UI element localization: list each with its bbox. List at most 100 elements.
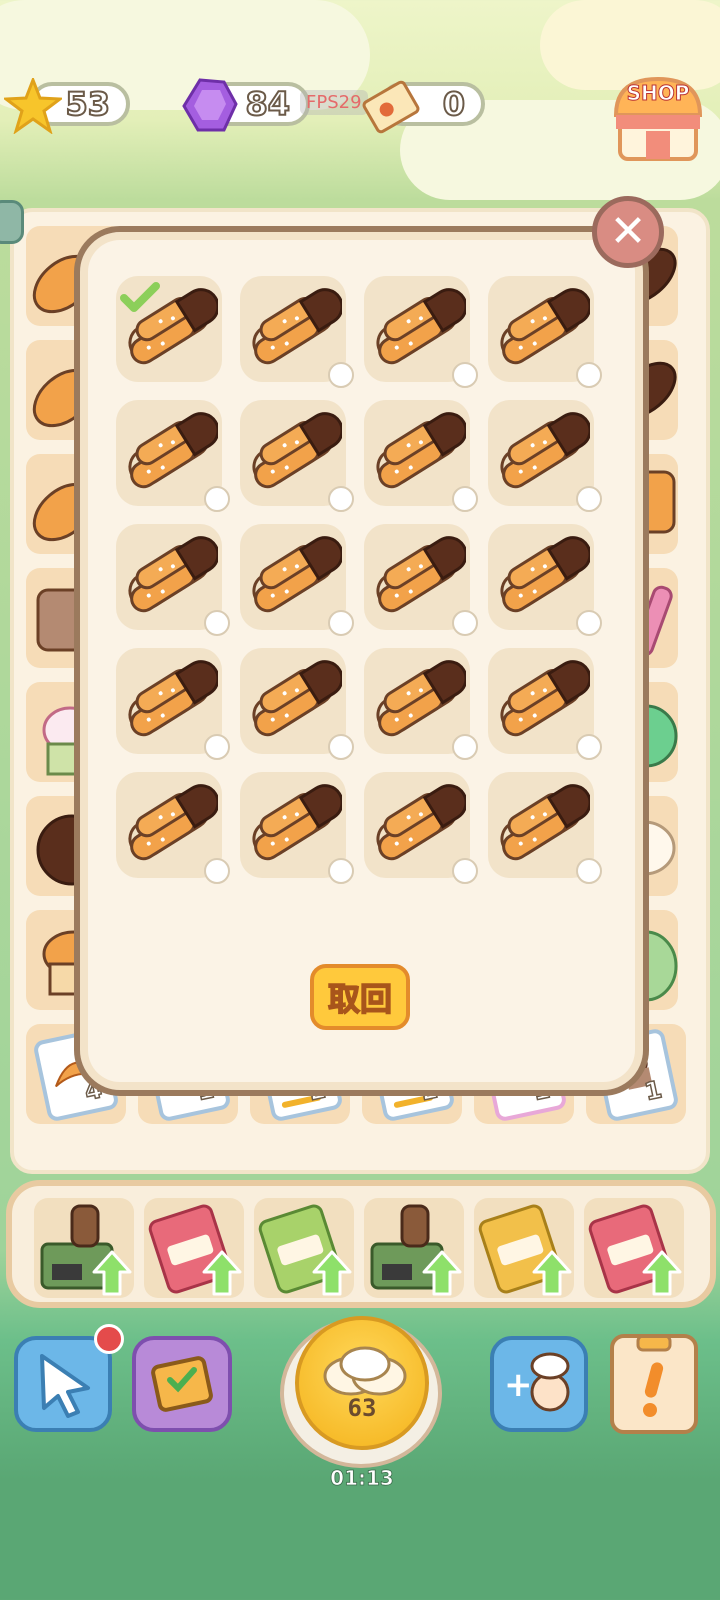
cannoli-icon xyxy=(500,660,590,737)
cannoli-icon xyxy=(128,660,218,737)
select-radio[interactable] xyxy=(204,858,230,884)
cannoli-icon xyxy=(500,784,590,861)
select-radio[interactable] xyxy=(576,734,602,760)
producer-slot[interactable] xyxy=(364,1198,464,1298)
select-radio[interactable] xyxy=(328,610,354,636)
storage-slot[interactable] xyxy=(116,648,230,760)
storage-slot[interactable] xyxy=(364,524,478,636)
energy-count: 63 xyxy=(347,1394,377,1422)
upgrade-arrow-icon xyxy=(642,1250,682,1296)
producer-slot[interactable] xyxy=(144,1198,244,1298)
storage-slot[interactable] xyxy=(240,276,354,388)
hire-chef-button[interactable]: + xyxy=(490,1336,588,1432)
withdraw-button[interactable]: 取回 xyxy=(310,964,410,1030)
ticket-icon xyxy=(362,80,420,134)
quest-board-button[interactable] xyxy=(610,1334,698,1434)
cannoli-icon xyxy=(376,784,466,861)
upgrade-arrow-icon xyxy=(422,1250,462,1296)
select-radio[interactable] xyxy=(452,362,478,388)
star-icon xyxy=(4,78,62,134)
storage-slot[interactable] xyxy=(240,400,354,512)
storage-slot[interactable] xyxy=(240,648,354,760)
producer-slot[interactable] xyxy=(584,1198,684,1298)
tickets-value: 0 xyxy=(442,84,466,124)
cannoli-icon xyxy=(128,784,218,861)
cannoli-icon xyxy=(252,784,342,861)
select-radio[interactable] xyxy=(576,858,602,884)
storage-slot[interactable] xyxy=(364,400,478,512)
select-radio[interactable] xyxy=(576,362,602,388)
close-button[interactable]: ✕ xyxy=(592,196,664,268)
energy-timer: 01:13 xyxy=(330,1466,394,1491)
storage-slot[interactable] xyxy=(240,772,354,884)
stars-value: 53 xyxy=(64,84,111,124)
storage-slot[interactable] xyxy=(488,648,602,760)
select-radio[interactable] xyxy=(328,486,354,512)
select-radio[interactable] xyxy=(452,486,478,512)
storage-slot[interactable] xyxy=(364,276,478,388)
recipe-book-icon xyxy=(151,1356,213,1412)
storage-slot[interactable] xyxy=(488,524,602,636)
select-radio[interactable] xyxy=(328,362,354,388)
select-radio[interactable] xyxy=(452,858,478,884)
energy-button[interactable] xyxy=(295,1316,429,1450)
cannoli-icon xyxy=(376,660,466,737)
producer-slot[interactable] xyxy=(254,1198,354,1298)
select-radio[interactable] xyxy=(452,610,478,636)
storage-slot[interactable] xyxy=(116,276,222,382)
select-radio[interactable] xyxy=(204,486,230,512)
cannoli-icon xyxy=(252,412,342,489)
storage-slot[interactable] xyxy=(364,772,478,884)
select-radio[interactable] xyxy=(204,610,230,636)
select-radio[interactable] xyxy=(328,734,354,760)
upgrade-arrow-icon xyxy=(312,1250,352,1296)
select-radio[interactable] xyxy=(576,610,602,636)
svg-text:+: + xyxy=(504,1365,533,1405)
cannoli-icon xyxy=(500,536,590,613)
select-radio[interactable] xyxy=(452,734,478,760)
upgrade-arrow-icon xyxy=(532,1250,572,1296)
storage-slot[interactable] xyxy=(116,772,230,884)
cannoli-icon xyxy=(32,368,80,428)
storage-slot[interactable] xyxy=(488,276,602,388)
chef-icon: + xyxy=(504,1352,570,1412)
cannoli-icon xyxy=(252,288,342,365)
upgrade-arrow-icon xyxy=(92,1250,132,1296)
cannoli-icon xyxy=(128,412,218,489)
storage-slot[interactable] xyxy=(240,524,354,636)
donut-icon xyxy=(36,814,80,886)
cannoli-icon xyxy=(252,536,342,613)
shop-button[interactable]: SHOP xyxy=(610,75,706,163)
gem-icon xyxy=(182,78,238,132)
producer-bar xyxy=(6,1180,716,1308)
cannoli-icon xyxy=(32,482,80,542)
storage-slot[interactable] xyxy=(488,772,602,884)
select-radio[interactable] xyxy=(328,858,354,884)
cannoli-icon xyxy=(32,254,80,314)
recipe-book-button[interactable] xyxy=(132,1336,232,1432)
fps-indicator: FPS29 xyxy=(300,90,368,115)
side-badge xyxy=(0,200,24,244)
producer-slot[interactable] xyxy=(474,1198,574,1298)
cannoli-icon xyxy=(128,536,218,613)
exclamation-icon xyxy=(636,1338,672,1417)
producer-slot[interactable] xyxy=(34,1198,134,1298)
close-icon: ✕ xyxy=(609,206,647,257)
cursor-icon xyxy=(40,1354,90,1418)
gems-value: 84 xyxy=(244,84,291,124)
select-radio[interactable] xyxy=(204,734,230,760)
select-radio[interactable] xyxy=(576,486,602,512)
shop-label: SHOP xyxy=(626,81,690,106)
storage-slot[interactable] xyxy=(116,400,230,512)
cursor-button[interactable] xyxy=(14,1336,112,1432)
storage-modal: 取回 xyxy=(74,226,649,1096)
upgrade-arrow-icon xyxy=(202,1250,242,1296)
cannoli-icon xyxy=(500,412,590,489)
cannoli-icon xyxy=(500,288,590,365)
cannoli-icon xyxy=(252,660,342,737)
cannoli-icon xyxy=(376,288,466,365)
storage-slot[interactable] xyxy=(116,524,230,636)
storage-slot[interactable] xyxy=(364,648,478,760)
storage-slot[interactable] xyxy=(488,400,602,512)
checkmark-icon xyxy=(120,282,160,312)
